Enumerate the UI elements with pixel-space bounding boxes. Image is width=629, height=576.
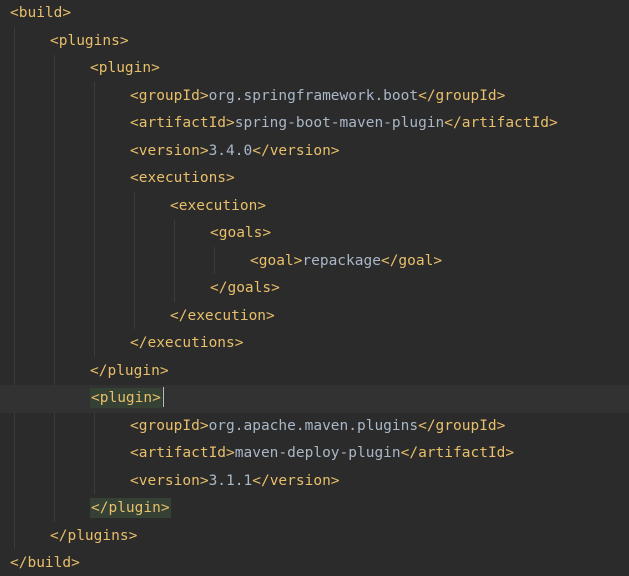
code-line[interactable]: </plugins> xyxy=(0,523,629,551)
xml-tag: <goal> xyxy=(250,252,303,269)
code-line[interactable]: </build> xyxy=(0,550,629,576)
xml-tag: </artifactId> xyxy=(400,445,515,461)
xml-tag: <groupId> xyxy=(130,87,209,104)
xml-tag: </executions> xyxy=(130,335,244,351)
xml-tag: <artifactId> xyxy=(130,445,235,461)
matched-xml-tag: </plugin> xyxy=(90,498,171,518)
xml-tag: <plugin> xyxy=(90,60,160,76)
code-line[interactable]: <build> xyxy=(0,0,629,28)
xml-tag: </goals> xyxy=(210,280,280,296)
xml-text: repackage xyxy=(302,252,381,269)
code-line[interactable]: <groupId>org.springframework.boot</group… xyxy=(0,83,629,111)
xml-text: org.springframework.boot xyxy=(208,87,419,104)
xml-tag: <execution> xyxy=(170,197,267,214)
code-line[interactable]: </plugin> xyxy=(0,495,629,523)
code-line[interactable]: <executions> xyxy=(0,165,629,193)
code-line[interactable]: <version>3.1.1</version> xyxy=(0,468,629,496)
xml-tag: <executions> xyxy=(130,170,235,186)
code-line[interactable]: </plugin> xyxy=(0,358,629,386)
xml-text: 3.1.1 xyxy=(208,472,253,489)
xml-tag: </build> xyxy=(10,555,80,571)
code-line[interactable]: </goals> xyxy=(0,275,629,303)
xml-text: 3.4.0 xyxy=(208,142,253,159)
current-code-line[interactable]: <plugin> xyxy=(0,385,629,413)
code-line[interactable]: <plugin> xyxy=(0,55,629,83)
xml-text: spring-boot-maven-plugin xyxy=(234,115,445,131)
xml-tag: </artifactId> xyxy=(444,115,558,131)
code-line[interactable]: <goals> xyxy=(0,220,629,248)
code-line[interactable]: </executions> xyxy=(0,330,629,358)
code-editor[interactable]: <build> <plugins> <plugin> <groupId>org.… xyxy=(0,0,629,576)
xml-tag: <build> xyxy=(10,5,72,21)
xml-text: org.apache.maven.plugins xyxy=(208,417,419,434)
code-line[interactable]: </execution> xyxy=(0,303,629,331)
xml-tag: <version> xyxy=(130,472,209,489)
xml-tag: <plugins> xyxy=(50,32,129,49)
xml-tag: </goal> xyxy=(380,252,443,269)
xml-tag: </plugin> xyxy=(90,362,169,379)
xml-tag: </execution> xyxy=(170,307,275,324)
matched-xml-tag: <plugin> xyxy=(90,388,162,408)
xml-tag: <groupId> xyxy=(130,417,209,434)
code-line[interactable]: <groupId>org.apache.maven.plugins</group… xyxy=(0,413,629,441)
xml-tag: <goals> xyxy=(210,225,272,241)
xml-tag: </version> xyxy=(252,142,340,159)
text-caret xyxy=(162,386,165,407)
xml-text: maven-deploy-plugin xyxy=(234,445,401,461)
code-line[interactable]: <execution> xyxy=(0,193,629,221)
xml-tag: <artifactId> xyxy=(130,115,235,131)
code-line[interactable]: <plugins> xyxy=(0,28,629,56)
code-line[interactable]: <artifactId>maven-deploy-plugin</artifac… xyxy=(0,440,629,468)
xml-tag: </groupId> xyxy=(418,87,506,104)
code-line[interactable]: <version>3.4.0</version> xyxy=(0,138,629,166)
code-line[interactable]: <goal>repackage</goal> xyxy=(0,248,629,276)
code-line[interactable]: <artifactId>spring-boot-maven-plugin</ar… xyxy=(0,110,629,138)
xml-tag: </groupId> xyxy=(418,417,506,434)
xml-tag: <version> xyxy=(130,142,209,159)
xml-tag: </version> xyxy=(252,472,340,489)
xml-tag: </plugins> xyxy=(50,527,138,544)
